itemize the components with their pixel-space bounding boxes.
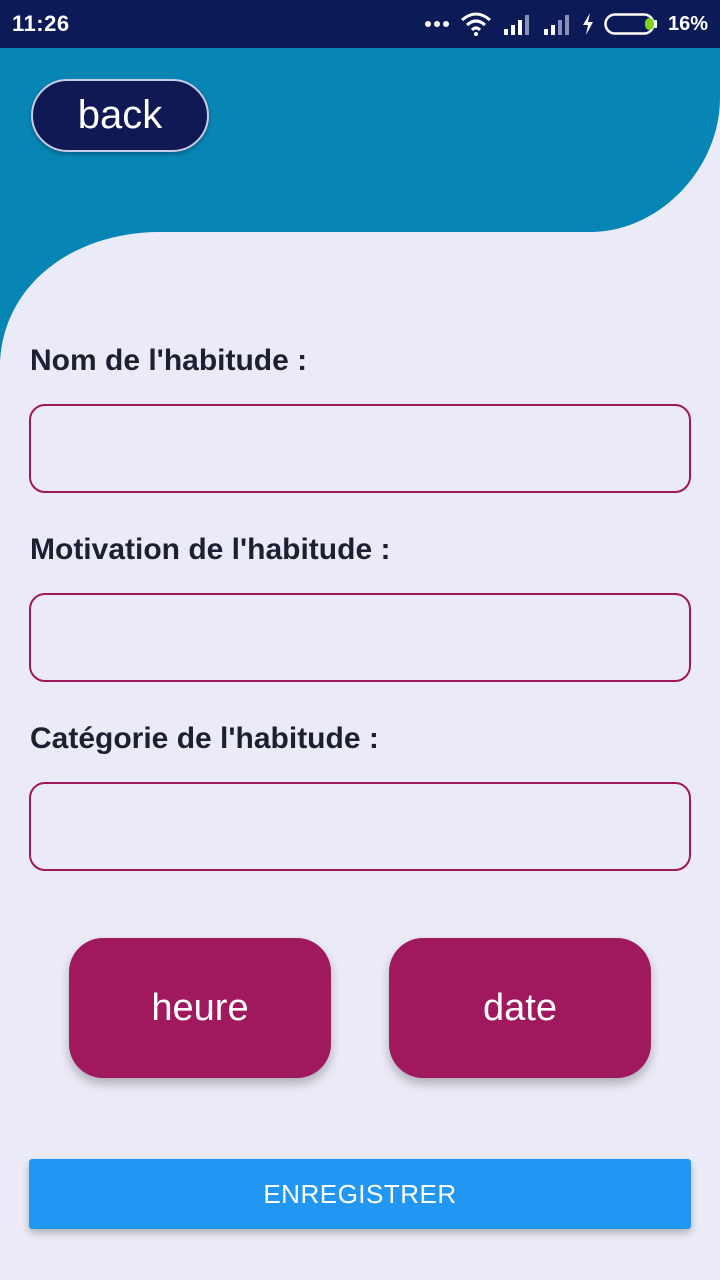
signal-icon — [502, 13, 532, 35]
battery-percent: 16% — [667, 12, 708, 35]
wifi-icon — [460, 12, 492, 36]
time-button[interactable]: heure — [69, 938, 331, 1078]
status-time: 11:26 — [12, 11, 70, 36]
more-dots-icon — [424, 20, 450, 28]
habit-name-label: Nom de l'habitude : — [30, 344, 308, 377]
habit-name-input[interactable] — [29, 404, 691, 493]
status-bar: 11:26 16% — [0, 0, 720, 48]
back-button[interactable]: back — [31, 79, 209, 152]
habit-category-label: Catégorie de l'habitude : — [30, 722, 379, 755]
habit-motivation-input[interactable] — [29, 593, 691, 682]
battery-icon — [604, 12, 658, 36]
date-button[interactable]: date — [389, 938, 651, 1078]
charging-icon — [582, 13, 594, 35]
habit-motivation-label: Motivation de l'habitude : — [30, 533, 391, 566]
save-button[interactable]: ENREGISTRER — [29, 1159, 691, 1229]
status-icons: 16% — [424, 12, 708, 36]
signal-icon-2 — [542, 13, 572, 35]
habit-category-input[interactable] — [29, 782, 691, 871]
